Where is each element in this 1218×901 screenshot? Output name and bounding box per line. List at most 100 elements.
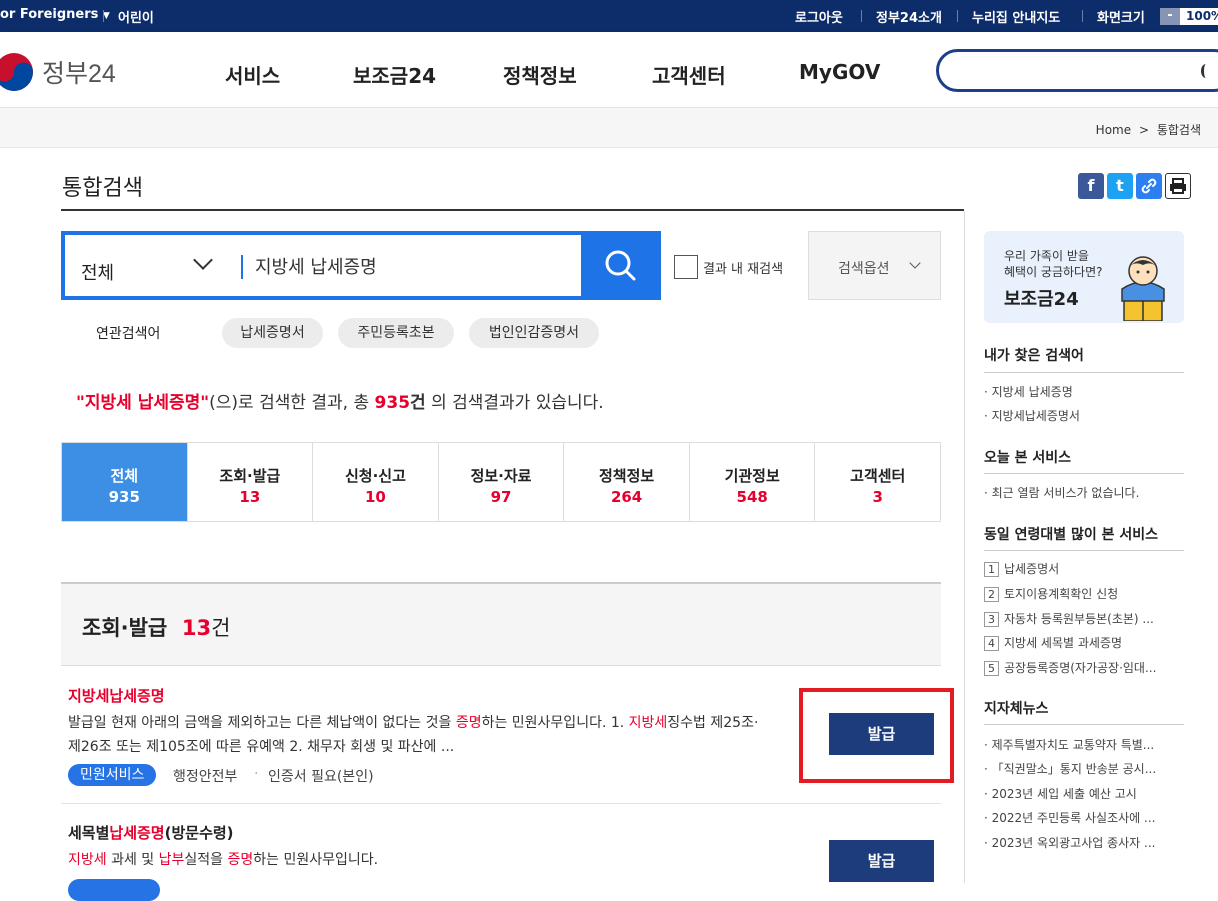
page-title: 통합검색: [62, 176, 143, 201]
service-type-badge: [68, 879, 160, 901]
main-header: 정부24 서비스 보조금24 정책정보 고객센터 MyGOV: [0, 32, 1218, 108]
divider: [984, 372, 1184, 373]
today-viewed-empty: · 최근 열람 서비스가 없습니다.: [984, 486, 1140, 500]
divider: [103, 10, 104, 22]
divider: [984, 550, 1184, 551]
popular-service-item[interactable]: 3 자동차 등록원부등본(초본) ...: [984, 610, 1184, 627]
twitter-share-icon[interactable]: t: [1107, 173, 1133, 199]
search-input[interactable]: [255, 255, 575, 276]
screen-size-label: 화면크기: [1097, 11, 1145, 26]
sidebar-divider: [964, 211, 965, 883]
search-icon: [605, 250, 636, 281]
news-item[interactable]: · 2022년 주민등록 사실조사에 ...: [984, 809, 1184, 826]
for-foreigners-link[interactable]: or Foreigners ▼: [0, 7, 110, 22]
result-count: 935: [374, 393, 411, 413]
result-item-description: 제26조 또는 제105조에 따른 유예액 2. 채무자 회생 및 파산에 ..…: [68, 739, 455, 755]
related-keywords-label: 연관검색어: [96, 326, 161, 342]
tab-customer-center[interactable]: 고객센터 3: [815, 443, 941, 521]
tab-agency-info[interactable]: 기관정보 548: [689, 443, 816, 521]
result-item-title[interactable]: 지방세납세증명: [68, 685, 165, 706]
item-divider: [61, 803, 941, 804]
issue-button[interactable]: 발급: [829, 840, 934, 882]
search-box: 전체: [61, 231, 661, 300]
category-tabs: 전체 935 조회·발급 13 신청·신고 10 정보·자료 97 정책정보 264 기관…: [61, 442, 941, 522]
chevron-down-icon: [909, 257, 921, 269]
popular-service-item[interactable]: 2 토지이용계획확인 신청: [984, 585, 1184, 602]
logo-text[interactable]: 정부24: [42, 54, 116, 90]
result-item-title[interactable]: 세목별납세증명(방문수령): [68, 822, 234, 843]
result-query: "지방세 납세증명": [76, 393, 210, 413]
divider: [861, 10, 862, 22]
search-category-select[interactable]: 전체: [81, 259, 114, 285]
local-news-title: 지자체뉴스: [984, 701, 1049, 717]
title-divider: [61, 209, 964, 211]
search-button[interactable]: [581, 231, 661, 300]
popular-service-item[interactable]: 4 지방세 세목별 과세증명: [984, 634, 1184, 651]
divider: [984, 724, 1184, 725]
my-searches-title: 내가 찾은 검색어: [984, 348, 1084, 364]
link-copy-icon[interactable]: [1136, 173, 1162, 199]
related-keyword-chip[interactable]: 납세증명서: [222, 318, 323, 348]
auth-requirement: 인증서 필요(본인): [268, 769, 374, 785]
text-cursor: [241, 255, 243, 279]
section-header: 조회·발급 13건: [61, 582, 941, 666]
research-checkbox[interactable]: [674, 255, 698, 279]
breadcrumb-separator: >: [1138, 123, 1149, 137]
nav-mygov[interactable]: MyGOV: [799, 60, 880, 84]
sitemap-link[interactable]: 누리집 안내지도: [972, 7, 1060, 26]
search-options-button[interactable]: 검색옵션: [808, 231, 941, 300]
breadcrumb: Home > 통합검색: [1096, 121, 1201, 138]
my-search-item[interactable]: · 지방세 납세증명: [984, 383, 1184, 400]
logout-link[interactable]: 로그아웃: [795, 7, 843, 26]
tab-inquiry-issue[interactable]: 조회·발급 13: [187, 443, 314, 521]
tab-policy-info[interactable]: 정책정보 264: [564, 443, 690, 521]
taegeuk-logo-icon[interactable]: [0, 50, 36, 94]
search-icon[interactable]: [1201, 64, 1211, 78]
related-keyword-chip[interactable]: 법인인감증명서: [469, 318, 599, 348]
section-title: 조회·발급 13건: [82, 616, 231, 640]
my-search-item[interactable]: · 지방세납세증명서: [984, 407, 1184, 424]
research-label[interactable]: 결과 내 재검색: [703, 258, 783, 277]
nav-customer-center[interactable]: 고객센터: [652, 60, 726, 89]
nav-policy-info[interactable]: 정책정보: [503, 60, 577, 89]
result-summary: "지방세 납세증명"(으)로 검색한 결과, 총 935건 의 검색결과가 있습…: [76, 393, 604, 413]
search-options-label: 검색옵션: [838, 261, 890, 277]
nav-services[interactable]: 서비스: [225, 60, 280, 89]
popular-services-title: 동일 연령대별 많이 본 서비스: [984, 527, 1159, 543]
about-link[interactable]: 정부24소개: [876, 7, 942, 26]
tab-info-data[interactable]: 정보·자료 97: [438, 443, 565, 521]
related-keyword-chip[interactable]: 주민등록초본: [338, 318, 454, 348]
divider: [1082, 10, 1083, 22]
agency-label: 행정안전부: [173, 769, 238, 785]
chevron-down-icon[interactable]: [193, 250, 213, 270]
news-item[interactable]: · 2023년 세입 세출 예산 고시: [984, 785, 1184, 802]
print-icon[interactable]: [1165, 173, 1191, 199]
zoom-control: - 100%: [1160, 8, 1218, 25]
tab-all[interactable]: 전체 935: [62, 443, 188, 521]
meta-separator: ·: [254, 766, 259, 782]
popular-service-item[interactable]: 5 공장등록증명(자가공장·임대...: [984, 659, 1184, 676]
divider: [984, 473, 1184, 474]
kids-link[interactable]: 어린이: [118, 7, 154, 26]
result-item-description: 발급일 현재 아래의 금액을 제외하고는 다른 체납액이 없다는 것을 증명하는…: [68, 715, 759, 731]
news-item[interactable]: · 제주특별자치도 교통약자 특별...: [984, 736, 1184, 753]
breadcrumb-bar: Home > 통합검색: [0, 108, 1218, 148]
header-search-input[interactable]: [936, 49, 1218, 92]
subsidy24-banner[interactable]: 우리 가족이 받을 혜택이 궁금하다면? 보조금24: [984, 231, 1184, 323]
service-type-badge: 민원서비스: [68, 764, 157, 786]
news-item[interactable]: · 「직권말소」통지 반송분 공시...: [984, 760, 1184, 777]
highlight-box: [799, 688, 954, 783]
today-viewed-title: 오늘 본 서비스: [984, 450, 1072, 466]
breadcrumb-home[interactable]: Home: [1096, 123, 1131, 137]
divider: [957, 10, 958, 22]
person-with-gift-icon: [1121, 256, 1165, 321]
news-item[interactable]: · 2023년 옥외광고사업 종사자 ...: [984, 834, 1184, 851]
nav-subsidy24[interactable]: 보조금24: [353, 60, 436, 89]
tab-application[interactable]: 신청·신고 10: [313, 443, 439, 521]
popular-service-item[interactable]: 1 납세증명서: [984, 560, 1184, 577]
utility-bar: or Foreigners ▼ 어린이 로그아웃 정부24소개 누리집 안내지도…: [0, 0, 1218, 32]
facebook-share-icon[interactable]: f: [1078, 173, 1104, 199]
result-item-description: 지방세 과세 및 납부실적을 증명하는 민원사무입니다.: [68, 852, 379, 868]
breadcrumb-current: 통합검색: [1156, 123, 1201, 137]
zoom-out-button[interactable]: -: [1160, 8, 1180, 25]
